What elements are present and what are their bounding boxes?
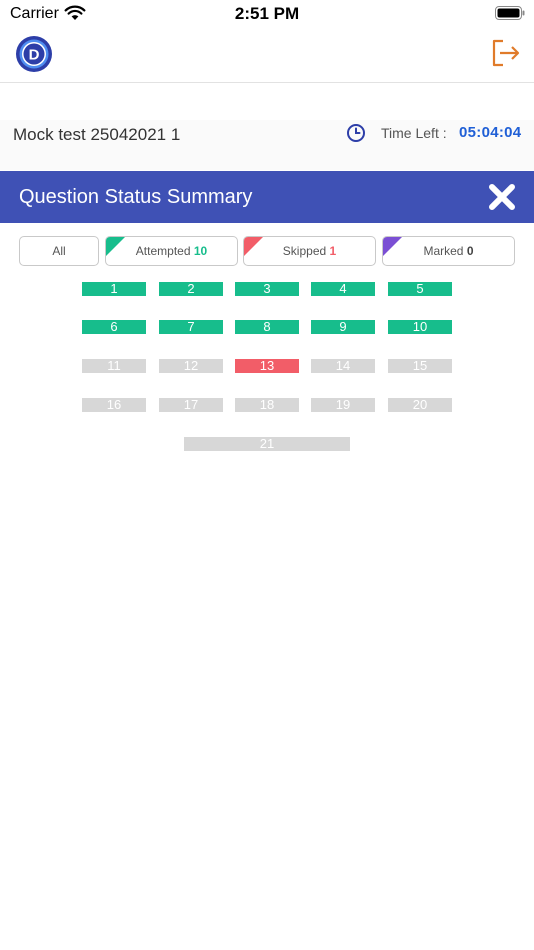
app-logo[interactable]: D	[15, 35, 53, 73]
filter-all-tab[interactable]: All	[19, 236, 99, 266]
question-tile[interactable]: 20	[388, 398, 452, 412]
filter-attempted-tab[interactable]: Attempted 10	[105, 236, 238, 266]
question-tile[interactable]: 12	[159, 359, 223, 373]
close-icon[interactable]	[487, 182, 517, 212]
battery-icon	[495, 6, 525, 20]
attempted-corner-marker	[106, 237, 125, 256]
question-tile[interactable]: 5	[388, 282, 452, 296]
filter-skipped-label: Skipped	[282, 244, 327, 258]
filter-skipped-tab[interactable]: Skipped 1	[243, 236, 376, 266]
question-tile[interactable]: 17	[159, 398, 223, 412]
clock-icon	[347, 124, 365, 142]
filter-marked-label: Marked	[423, 244, 464, 258]
filter-marked-count: 0	[466, 244, 474, 258]
question-tile[interactable]: 1	[82, 282, 146, 296]
question-tile[interactable]: 2	[159, 282, 223, 296]
question-tile[interactable]: 3	[235, 282, 299, 296]
test-info-bar: Mock test 25042021 1 Time Left : 05:04:0…	[0, 120, 534, 170]
filter-attempted-label: Attempted	[135, 244, 191, 258]
marked-corner-marker	[383, 237, 402, 256]
question-tile[interactable]: 21	[184, 437, 350, 451]
filter-all-label: All	[52, 244, 66, 258]
skipped-corner-marker	[244, 237, 263, 256]
question-tile[interactable]: 19	[311, 398, 375, 412]
filter-attempted-count: 10	[193, 244, 208, 258]
time-left-value: 05:04:04	[459, 124, 522, 141]
question-tile[interactable]: 14	[311, 359, 375, 373]
test-title: Mock test 25042021 1	[13, 125, 181, 144]
filter-marked-tab[interactable]: Marked 0	[382, 236, 515, 266]
question-tile[interactable]: 7	[159, 320, 223, 334]
question-tile[interactable]: 13	[235, 359, 299, 373]
question-tile[interactable]: 8	[235, 320, 299, 334]
logout-icon[interactable]	[489, 38, 521, 68]
question-tile[interactable]: 10	[388, 320, 452, 334]
app-header: D	[0, 28, 534, 83]
clock-time: 2:51 PM	[234, 4, 300, 23]
summary-header: Question Status Summary	[0, 171, 534, 223]
status-bar: Carrier 2:51 PM	[0, 0, 534, 28]
question-tile[interactable]: 6	[82, 320, 146, 334]
question-tile[interactable]: 16	[82, 398, 146, 412]
question-tile[interactable]: 15	[388, 359, 452, 373]
question-tile[interactable]: 4	[311, 282, 375, 296]
question-tile[interactable]: 9	[311, 320, 375, 334]
question-tile[interactable]: 18	[235, 398, 299, 412]
question-tile[interactable]: 11	[82, 359, 146, 373]
logo-letter: D	[29, 47, 40, 64]
filter-skipped-count: 1	[329, 244, 337, 258]
time-left-label: Time Left :	[381, 125, 447, 141]
summary-title: Question Status Summary	[19, 186, 253, 208]
